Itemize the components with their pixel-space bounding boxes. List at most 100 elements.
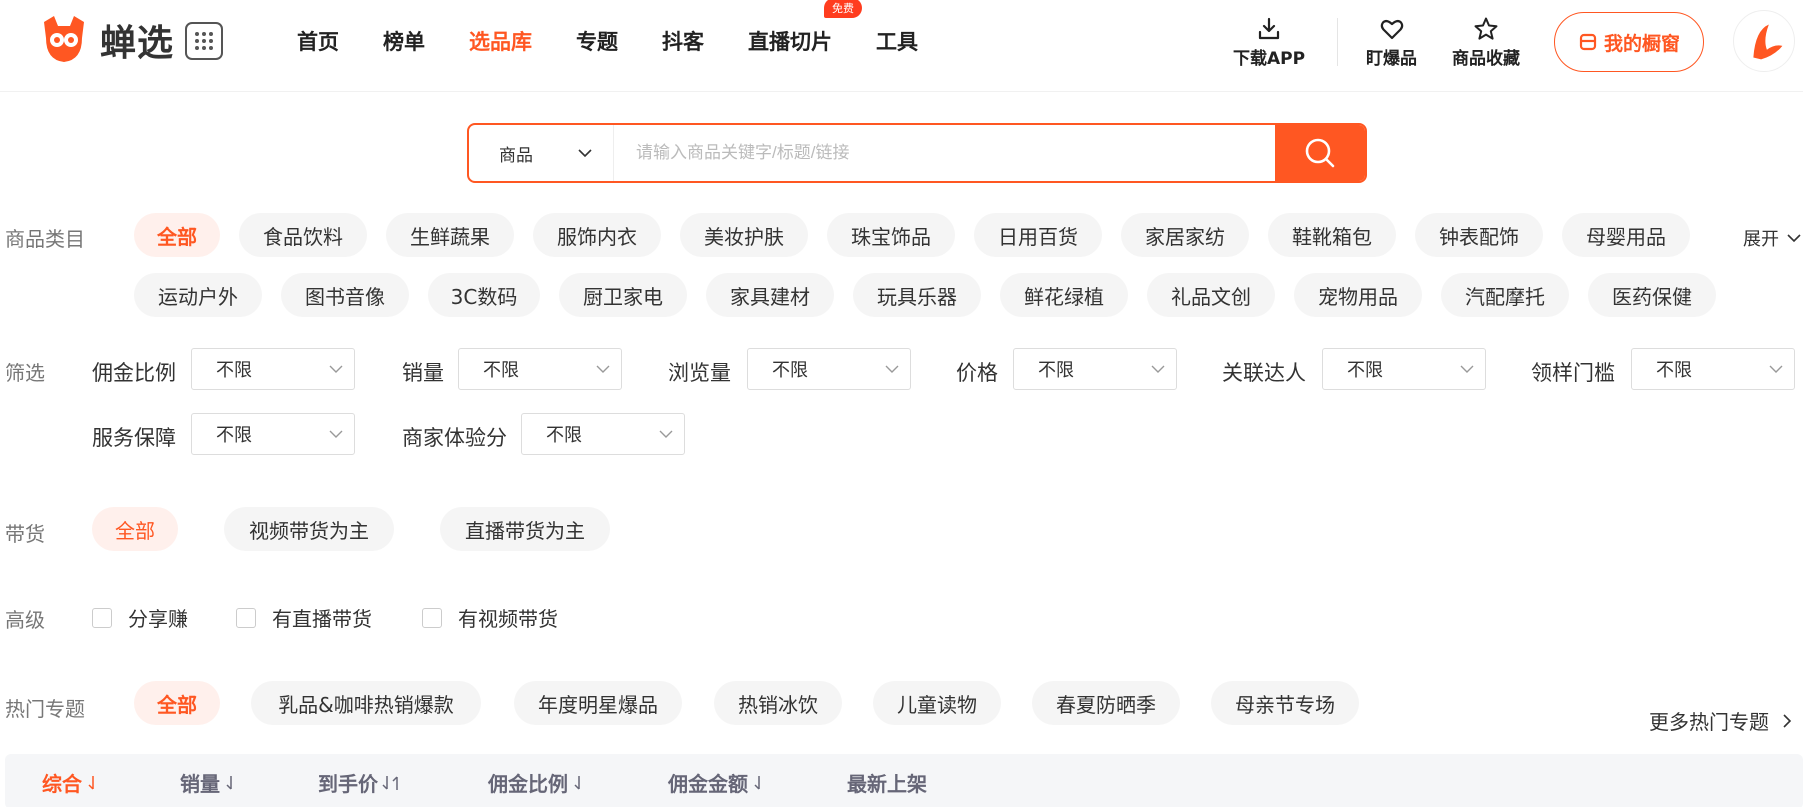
category-chip[interactable]: 医药保健 — [1588, 273, 1716, 317]
select-value: 不限 — [216, 360, 252, 381]
delivery-chip-live[interactable]: 直播带货为主 — [440, 507, 610, 551]
search-bar: 商品 — [467, 123, 1367, 183]
chevron-down-icon — [885, 365, 899, 373]
store-icon — [1579, 33, 1597, 51]
sort-newest[interactable]: 最新上架 — [847, 768, 927, 797]
nav-product-library[interactable]: 选品库 — [469, 26, 532, 56]
logo-icon — [44, 16, 84, 62]
sales-select[interactable]: 不限 — [458, 348, 622, 390]
sort-label: 佣金金额 — [668, 772, 748, 796]
category-chip[interactable]: 母婴用品 — [1562, 213, 1690, 257]
views-select[interactable]: 不限 — [747, 348, 911, 390]
hot-products-button[interactable]: 盯爆品 — [1366, 16, 1417, 69]
share-earn-checkbox[interactable]: 分享赚 — [92, 603, 188, 632]
category-chip[interactable]: 日用百货 — [974, 213, 1102, 257]
sort-comprehensive[interactable]: 综合 — [42, 768, 100, 797]
commission-rate-select[interactable]: 不限 — [191, 348, 355, 390]
sort-label: 综合 — [42, 772, 82, 796]
category-chip[interactable]: 服饰内衣 — [533, 213, 661, 257]
sample-threshold-select[interactable]: 不限 — [1631, 348, 1795, 390]
checkbox-box[interactable] — [236, 607, 256, 628]
topic-chip[interactable]: 春夏防晒季 — [1032, 681, 1180, 725]
more-topics-link[interactable]: 更多热门专题 — [1649, 706, 1795, 735]
favorites-button[interactable]: 商品收藏 — [1452, 16, 1520, 69]
download-icon — [1258, 17, 1280, 40]
category-chip[interactable]: 全部 — [134, 213, 220, 257]
advanced-label: 高级 — [5, 608, 45, 632]
topic-chip[interactable]: 年度明星爆品 — [514, 681, 682, 725]
select-value: 不限 — [1038, 360, 1074, 381]
top-header: 蝉选 首页 榜单 选品库 专题 抖客 直播切片 免费 工具 下载APP 盯爆品 … — [0, 0, 1803, 92]
category-chip[interactable]: 玩具乐器 — [853, 273, 981, 317]
nav-douke[interactable]: 抖客 — [662, 26, 704, 56]
chevron-down-icon — [659, 430, 673, 438]
topic-chip[interactable]: 全部 — [134, 681, 220, 725]
category-chip[interactable]: 食品饮料 — [239, 213, 367, 257]
chevron-down-icon — [1151, 365, 1165, 373]
logo-text: 蝉选 — [100, 23, 175, 64]
category-chip[interactable]: 厨卫家电 — [559, 273, 687, 317]
has-video-checkbox[interactable]: 有视频带货 — [422, 603, 558, 632]
category-chip[interactable]: 鲜花绿植 — [1000, 273, 1128, 317]
search-type-select[interactable]: 商品 — [469, 125, 614, 181]
nav-tools[interactable]: 工具 — [876, 26, 918, 56]
expand-categories-button[interactable]: 展开 — [1743, 225, 1803, 251]
sort-desc-icon — [754, 775, 760, 790]
chevron-down-icon — [1787, 234, 1801, 243]
download-app-button[interactable]: 下载APP — [1233, 16, 1305, 69]
sort-label: 最新上架 — [847, 772, 927, 796]
heart-icon — [1380, 19, 1403, 40]
category-chip[interactable]: 宠物用品 — [1294, 273, 1422, 317]
category-chip[interactable]: 运动户外 — [134, 273, 262, 317]
merchant-score-select[interactable]: 不限 — [521, 413, 685, 455]
category-chip[interactable]: 珠宝饰品 — [827, 213, 955, 257]
category-chip[interactable]: 钟表配饰 — [1415, 213, 1543, 257]
expand-label: 展开 — [1743, 229, 1779, 250]
category-chip[interactable]: 3C数码 — [428, 273, 540, 317]
has-live-checkbox[interactable]: 有直播带货 — [236, 603, 372, 632]
topic-chip[interactable]: 儿童读物 — [873, 681, 1001, 725]
delivery-chip-all[interactable]: 全部 — [92, 507, 178, 551]
sort-final-price[interactable]: 到手价 — [318, 768, 402, 797]
category-chip[interactable]: 汽配摩托 — [1441, 273, 1569, 317]
topic-chip[interactable]: 母亲节专场 — [1211, 681, 1359, 725]
checkbox-box[interactable] — [92, 607, 112, 628]
checkbox-box[interactable] — [422, 607, 442, 628]
nav-topics[interactable]: 专题 — [576, 26, 618, 56]
select-value: 不限 — [1347, 360, 1383, 381]
service-guarantee-label: 服务保障 — [92, 426, 176, 450]
merchant-score-label: 商家体验分 — [402, 426, 507, 450]
grid-icon — [195, 32, 213, 50]
logo[interactable]: 蝉选 — [36, 12, 174, 68]
avatar[interactable] — [1733, 10, 1795, 72]
nav-home[interactable]: 首页 — [297, 26, 339, 56]
filter-label: 筛选 — [5, 361, 45, 385]
service-guarantee-select[interactable]: 不限 — [191, 413, 355, 455]
related-influencer-select[interactable]: 不限 — [1322, 348, 1486, 390]
nav-live-clips[interactable]: 直播切片 免费 — [748, 0, 862, 56]
checkbox-label: 分享赚 — [128, 607, 188, 631]
views-label: 浏览量 — [668, 361, 731, 385]
category-chip[interactable]: 家具建材 — [706, 273, 834, 317]
sales-label: 销量 — [402, 361, 444, 385]
category-chip[interactable]: 鞋靴箱包 — [1268, 213, 1396, 257]
sort-commission-rate[interactable]: 佣金比例 — [488, 768, 586, 797]
my-window-button[interactable]: 我的橱窗 — [1554, 12, 1704, 72]
category-chip[interactable]: 生鲜蔬果 — [386, 213, 514, 257]
category-chip[interactable]: 家居家纺 — [1121, 213, 1249, 257]
topic-chip[interactable]: 乳品&咖啡热销爆款 — [251, 681, 481, 725]
delivery-chip-video[interactable]: 视频带货为主 — [224, 507, 394, 551]
select-value: 不限 — [483, 360, 519, 381]
category-chip[interactable]: 礼品文创 — [1147, 273, 1275, 317]
apps-grid-button[interactable] — [185, 22, 223, 60]
price-select[interactable]: 不限 — [1013, 348, 1177, 390]
sort-sales[interactable]: 销量 — [180, 768, 238, 797]
search-button[interactable] — [1275, 125, 1365, 181]
sort-commission-amount[interactable]: 佣金金额 — [668, 768, 766, 797]
nav-rankings[interactable]: 榜单 — [383, 26, 425, 56]
category-chip[interactable]: 图书音像 — [281, 273, 409, 317]
search-input[interactable] — [614, 125, 1275, 181]
sample-threshold-label: 领样门槛 — [1531, 361, 1615, 385]
category-chip[interactable]: 美妆护肤 — [680, 213, 808, 257]
topic-chip[interactable]: 热销冰饮 — [714, 681, 842, 725]
